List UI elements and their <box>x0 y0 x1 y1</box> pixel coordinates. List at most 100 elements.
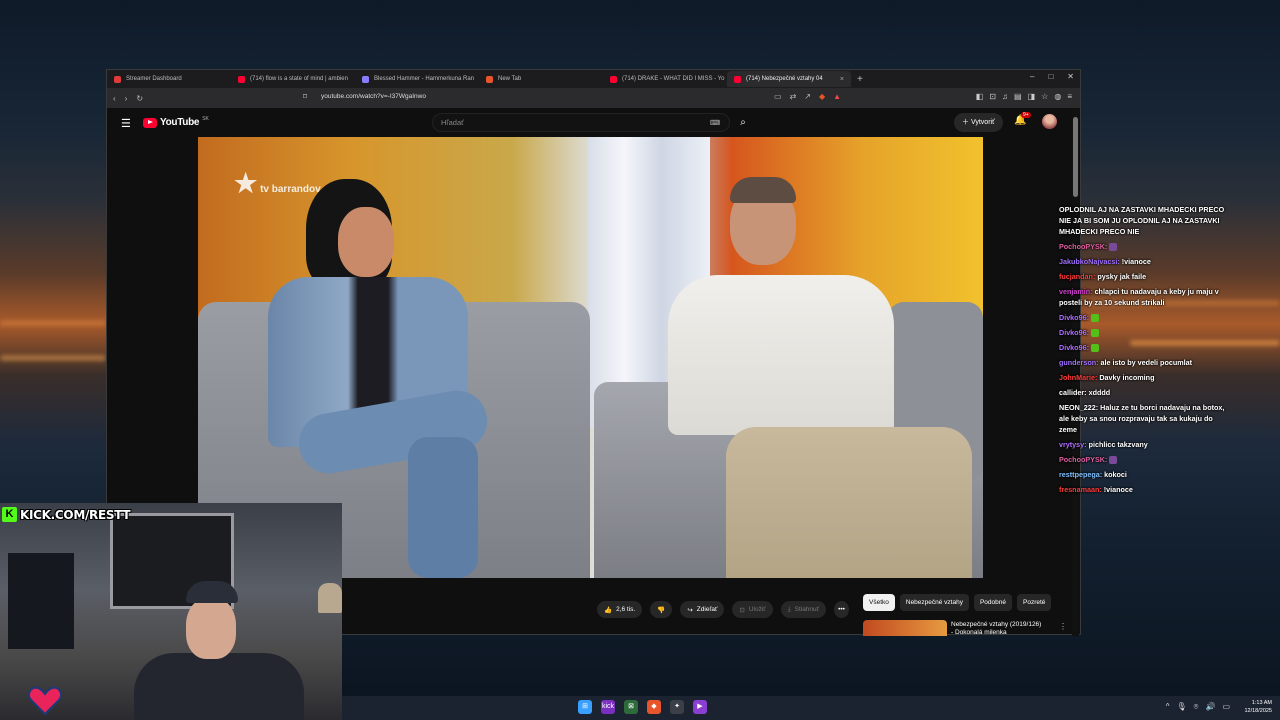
share-button[interactable]: ↪ Zdieľať <box>680 601 725 618</box>
woman-leg <box>408 437 478 578</box>
tab-close-icon[interactable]: × <box>840 76 844 83</box>
tab-5-active[interactable]: (714) Nebezpečné vztahy 04 × <box>727 71 851 87</box>
account-avatar[interactable] <box>1042 114 1057 129</box>
more-actions-button[interactable]: ••• <box>834 601 849 618</box>
taskbar-clock[interactable]: 1:13 AM 12/18/2025 <box>1244 699 1272 715</box>
back-button[interactable]: ‹ <box>113 94 116 103</box>
maximize-button[interactable]: □ <box>1048 72 1053 81</box>
taskbar-app-icon[interactable]: ✦ <box>670 700 684 714</box>
chat-emote-icon <box>1109 456 1118 465</box>
chat-message: resttpepega: kokoci <box>1059 469 1229 480</box>
screen-icon[interactable]: ▭ <box>774 92 782 101</box>
menu-icon[interactable]: ≡ <box>1067 92 1072 101</box>
minimize-button[interactable]: – <box>1030 72 1034 81</box>
close-window-button[interactable]: ✕ <box>1067 72 1074 81</box>
create-button[interactable]: ＋ Vytvoriť <box>954 113 1003 132</box>
new-tab-button[interactable]: + <box>851 74 869 85</box>
chat-message: gunderson: ale isto by vedeli pocumlat <box>1059 357 1229 368</box>
notification-badge: 9+ <box>1021 112 1031 118</box>
tab-3[interactable]: New Tab <box>479 71 603 87</box>
recommended-thumbnail[interactable] <box>863 620 947 636</box>
reload-button[interactable]: ↻ <box>136 94 143 103</box>
volume-icon[interactable]: 🔊 <box>1205 702 1215 712</box>
download-button[interactable]: ⤓ Stiahnuť <box>780 601 827 618</box>
network-icon[interactable]: ⌾ <box>1194 702 1199 712</box>
extension-icon[interactable]: ⊡ <box>989 92 996 101</box>
brave-shield-icon[interactable]: ◆ <box>819 92 825 101</box>
webcam-overlay <box>0 503 342 720</box>
extension-icon[interactable]: ◧ <box>976 92 984 101</box>
chat-text: kokoci <box>1104 470 1127 479</box>
stream-chat-overlay: OPLODNIL AJ NA ZASTAVKI MHADECKI PRECO N… <box>1059 204 1229 499</box>
chat-message: PochooPYSK: <box>1059 454 1229 465</box>
streamer-face <box>186 597 236 659</box>
share-icon[interactable]: ↗ <box>804 92 811 101</box>
chat-text: pysky jak faile <box>1097 272 1147 281</box>
address-bar: ‹ › ↻ ⌑ youtube.com/watch?v=-I37WgaInwo … <box>107 88 1080 108</box>
search-icon[interactable]: ⌕ <box>730 113 756 132</box>
star-icon[interactable]: ☆ <box>1041 92 1048 101</box>
split-view-icon[interactable]: ◨ <box>1028 92 1036 101</box>
background-streak <box>0 320 106 326</box>
man-hair <box>730 177 796 203</box>
music-icon[interactable]: ♫ <box>1002 92 1008 101</box>
chat-username: gunderson: <box>1059 358 1099 367</box>
tray-chevron-icon[interactable]: ^ <box>1166 702 1170 712</box>
taskbar-app-icon[interactable]: ⊞ <box>578 700 592 714</box>
streamer-cap <box>186 581 238 603</box>
chip-series[interactable]: Nebezpečné vztahy <box>899 594 969 611</box>
chat-text: ale isto by vedeli pocumlat <box>1100 358 1192 367</box>
webcam-lamp <box>318 583 342 613</box>
chat-text: xdddd <box>1088 388 1111 397</box>
battery-icon[interactable]: ▭ <box>1222 702 1230 712</box>
save-label: Uložiť <box>748 606 766 613</box>
hamburger-menu-icon[interactable]: ☰ <box>121 117 131 130</box>
chat-username: PochooPYSK: <box>1059 242 1108 251</box>
rewards-icon[interactable]: ▲ <box>833 92 841 101</box>
kick-url: KICK.COM/RESTT <box>20 507 131 522</box>
chip-watched[interactable]: Pozreté <box>1017 594 1052 611</box>
chat-message: JohnMarie: Davky incoming <box>1059 372 1229 383</box>
youtube-favicon-icon <box>610 75 617 83</box>
share-label: Zdieľať <box>696 606 718 613</box>
chat-username: Divko96: <box>1059 343 1089 352</box>
tab-1[interactable]: (714) flow is a state of mind | ambien <box>231 71 355 87</box>
tab-4[interactable]: (714) DRAKE - WHAT DID I MISS - Yo <box>603 71 727 87</box>
url-field[interactable]: youtube.com/watch?v=-I37WgaInwo <box>321 93 426 100</box>
kick-logo-icon: K <box>2 507 17 522</box>
create-label: Vytvoriť <box>970 119 995 126</box>
taskbar-app-icon[interactable]: ▶ <box>693 700 707 714</box>
region-code: SK <box>202 115 209 122</box>
chat-emote-icon <box>1090 344 1099 353</box>
man-pants <box>726 427 972 578</box>
chip-similar[interactable]: Podobné <box>973 594 1012 611</box>
youtube-favicon-icon <box>734 75 741 83</box>
video-actions: 👍 2,6 tis. 👎 ↪ Zdieľať ⊡ Uložiť ⤓ Stiahn… <box>597 601 849 618</box>
translate-icon[interactable]: ⇄ <box>790 92 797 101</box>
chat-message: OPLODNIL AJ NA ZASTAVKI MHADECKI PRECO N… <box>1059 204 1229 237</box>
forward-button[interactable]: › <box>125 94 128 103</box>
kick-channel-badge: K KICK.COM/RESTT <box>2 506 131 523</box>
taskbar-app-icon[interactable]: ⊠ <box>624 700 638 714</box>
chip-all[interactable]: Všetko <box>863 594 895 611</box>
keyboard-icon[interactable]: ⌨ <box>710 119 720 127</box>
microphone-icon[interactable]: 🎙 <box>1177 702 1187 712</box>
dislike-button[interactable]: 👎 <box>650 601 673 618</box>
taskbar-app-icon[interactable]: ◆ <box>647 700 661 714</box>
search-input[interactable]: Hľadať <box>432 113 730 132</box>
recommended-title[interactable]: Nebezpečné vztahy (2019/126) - Dokonalá … <box>951 621 1051 637</box>
tab-2[interactable]: Blessed Hammer - Hammerkuna Ran <box>355 71 479 87</box>
scrollbar-thumb[interactable] <box>1073 117 1078 197</box>
streamer-body <box>134 653 304 720</box>
sidebar-icon[interactable]: ▤ <box>1014 92 1022 101</box>
save-button[interactable]: ⊡ Uložiť <box>732 601 773 618</box>
tab-0[interactable]: Streamer Dashboard <box>107 71 231 87</box>
more-vert-icon[interactable]: ⋮ <box>1059 622 1067 631</box>
like-button[interactable]: 👍 2,6 tis. <box>597 601 643 618</box>
chat-username: NEON_222: <box>1059 403 1099 412</box>
bookmark-icon[interactable]: ⌑ <box>303 92 307 101</box>
taskbar-app-icon[interactable]: kick <box>601 700 615 714</box>
vpn-icon[interactable]: ◍ <box>1054 92 1061 101</box>
youtube-logo[interactable]: YouTube SK <box>143 115 209 128</box>
recommended-video[interactable]: Nebezpečné vztahy (2019/126) - Dokonalá … <box>863 620 1067 637</box>
